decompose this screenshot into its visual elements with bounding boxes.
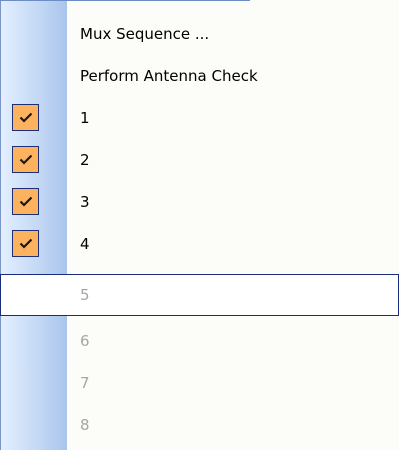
menu-item-label: Perform Antenna Check <box>80 67 258 85</box>
check-icon <box>12 104 39 131</box>
menu-item-2[interactable]: 2 <box>0 139 399 181</box>
menu-item-label: 4 <box>80 235 90 253</box>
menu-item-label: 2 <box>80 151 90 169</box>
check-icon <box>12 230 39 257</box>
menu-item-6[interactable]: 6 <box>0 320 399 362</box>
menu-item-3[interactable]: 3 <box>0 181 399 223</box>
menu-item-mux-sequence[interactable]: Mux Sequence ... <box>0 13 399 55</box>
check-icon <box>12 188 39 215</box>
menu-item-label: 3 <box>80 193 90 211</box>
menu-item-7[interactable]: 7 <box>0 362 399 404</box>
context-menu: Mux Sequence ... Perform Antenna Check 1… <box>0 0 399 450</box>
menu-top-border <box>0 0 250 1</box>
menu-item-label: 1 <box>80 109 90 127</box>
menu-item-label: Mux Sequence ... <box>80 25 210 43</box>
menu-item-4[interactable]: 4 <box>0 223 399 265</box>
menu-item-label: 7 <box>80 374 90 392</box>
menu-item-label: 8 <box>80 416 90 434</box>
check-icon <box>12 146 39 173</box>
menu-item-perform-antenna-check[interactable]: Perform Antenna Check <box>0 55 399 97</box>
menu-item-5[interactable]: 5 <box>0 274 399 316</box>
menu-item-8[interactable]: 8 <box>0 404 399 446</box>
menu-item-1[interactable]: 1 <box>0 97 399 139</box>
menu-item-label: 6 <box>80 332 90 350</box>
menu-item-label: 5 <box>80 286 90 304</box>
